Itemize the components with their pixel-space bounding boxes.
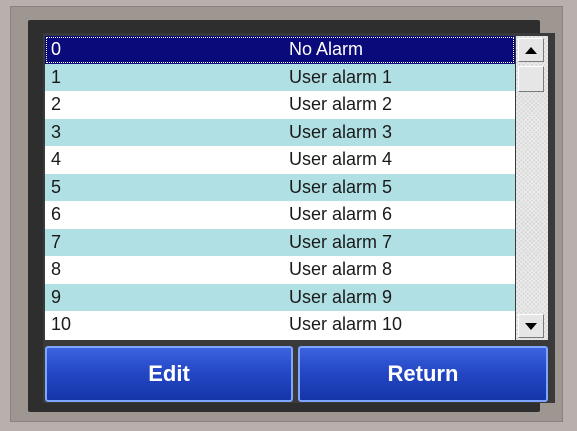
alarm-label: User alarm 5 <box>289 176 393 197</box>
list-item[interactable]: 4 User alarm 4 <box>45 146 515 174</box>
scrollbar-thumb[interactable] <box>518 66 544 92</box>
alarm-label: User alarm 7 <box>289 231 393 252</box>
list-item[interactable]: 0 No Alarm <box>45 36 515 64</box>
alarm-number: 7 <box>51 231 62 252</box>
alarm-label: User alarm 2 <box>289 94 393 114</box>
list-item[interactable]: 5 User alarm 5 <box>45 173 515 201</box>
alarm-label: User alarm 3 <box>289 121 393 142</box>
alarm-list: 0 No Alarm 1 User alarm 1 2 User alarm 2 3 U… <box>45 36 515 340</box>
alarm-number: 2 <box>51 94 62 114</box>
list-item[interactable]: 9 User alarm 9 <box>45 283 515 311</box>
alarm-number: 4 <box>51 149 62 169</box>
scroll-up-button[interactable] <box>518 38 544 62</box>
alarm-number: 8 <box>51 259 62 279</box>
alarm-label: User alarm 1 <box>289 66 393 87</box>
edit-button[interactable]: Edit <box>45 346 293 402</box>
alarm-number: 9 <box>51 286 62 307</box>
list-item[interactable]: 1 User alarm 1 <box>45 63 515 91</box>
alarm-number: 3 <box>51 121 62 142</box>
list-item[interactable]: 8 User alarm 8 <box>45 256 515 284</box>
alarm-label: User alarm 9 <box>289 286 393 307</box>
list-item[interactable]: 3 User alarm 3 <box>45 118 515 146</box>
return-button-label: Return <box>387 361 459 386</box>
alarm-label: User alarm 6 <box>289 204 393 224</box>
alarm-number: 5 <box>51 176 62 197</box>
alarm-number: 0 <box>51 39 62 59</box>
list-item[interactable]: 2 User alarm 2 <box>45 91 515 119</box>
triangle-down-icon <box>525 323 537 330</box>
alarm-number: 6 <box>51 204 62 224</box>
alarm-number: 10 <box>51 314 72 334</box>
triangle-up-icon <box>525 47 537 54</box>
scroll-down-button[interactable] <box>518 314 544 338</box>
list-item[interactable]: 10 User alarm 10 <box>45 311 515 339</box>
alarm-label: User alarm 4 <box>289 149 393 169</box>
list-item[interactable]: 7 User alarm 7 <box>45 228 515 256</box>
alarm-label: User alarm 8 <box>289 259 393 279</box>
return-button[interactable]: Return <box>298 346 548 402</box>
edit-button-label: Edit <box>148 361 190 386</box>
alarm-label: No Alarm <box>289 39 364 59</box>
scrollbar[interactable] <box>516 36 548 340</box>
list-item[interactable]: 6 User alarm 6 <box>45 201 515 229</box>
alarm-number: 1 <box>51 66 62 87</box>
alarm-label: User alarm 10 <box>289 314 403 334</box>
